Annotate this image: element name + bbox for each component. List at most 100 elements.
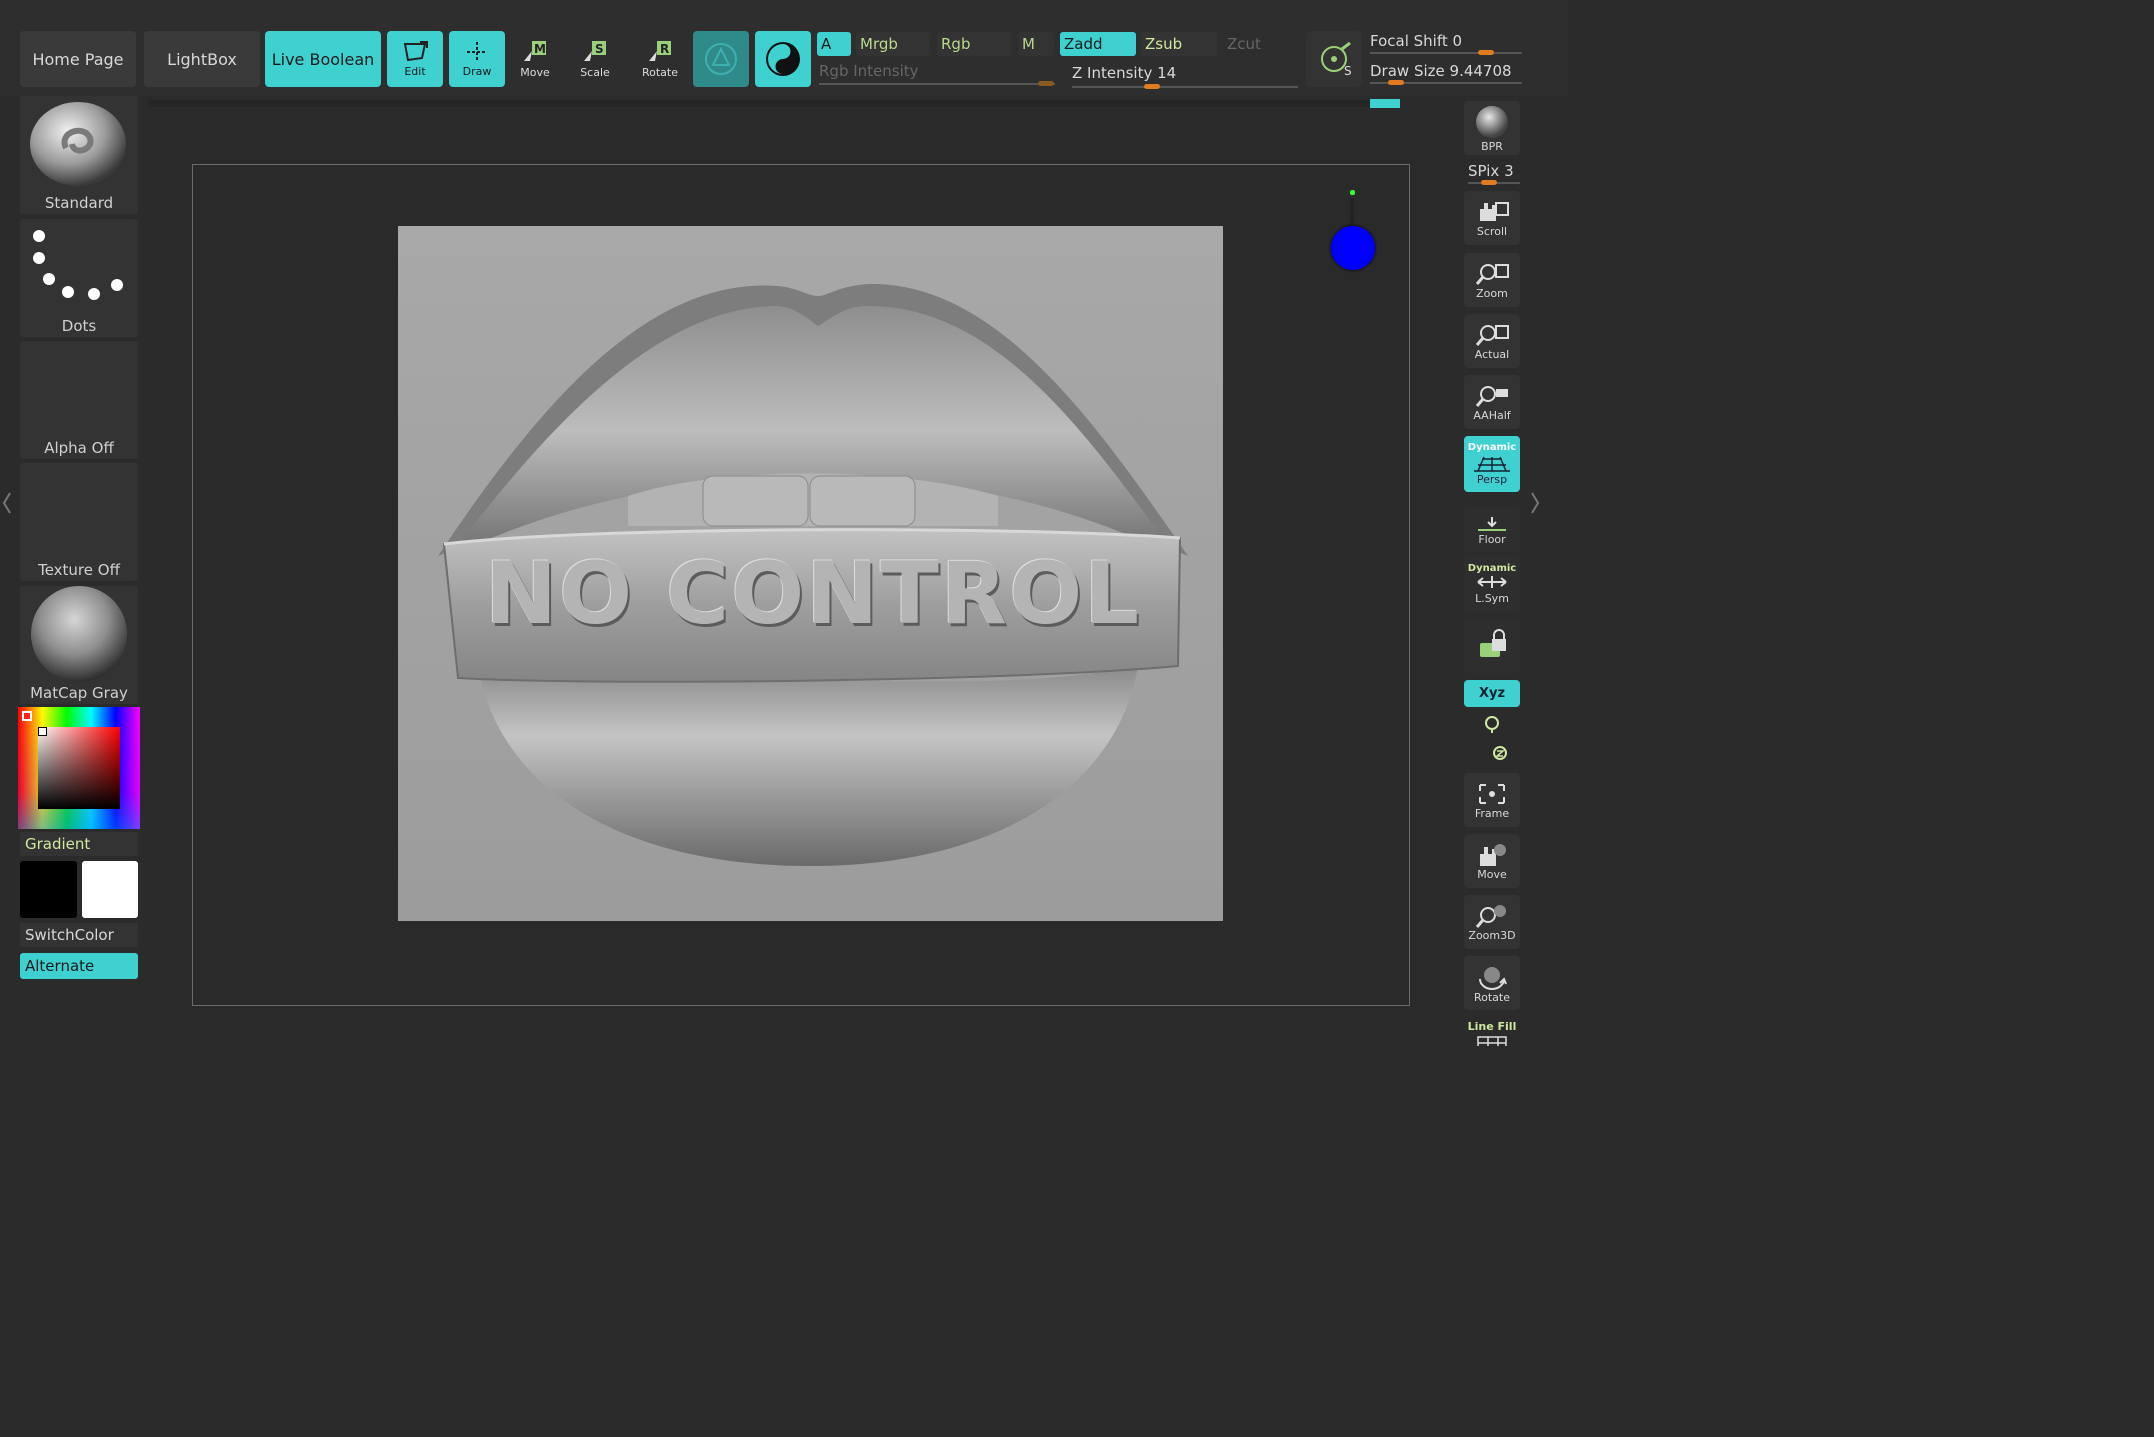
rotate-view-button[interactable]: Rotate [1464, 956, 1520, 1010]
floor-icon [1478, 516, 1506, 531]
material-selector[interactable]: MatCap Gray [20, 586, 138, 704]
yin-yang-icon [766, 42, 800, 76]
z-rotate-icon[interactable] [1490, 744, 1510, 764]
stroke-selector[interactable]: Dots [20, 219, 138, 337]
standard-brush-icon [30, 102, 126, 186]
rotate-icon: R [649, 41, 671, 61]
lsym-button[interactable]: Dynamic L.Sym [1464, 556, 1520, 612]
dynamesh-toggle[interactable] [755, 31, 811, 87]
lightbox-button[interactable]: LightBox [144, 31, 260, 87]
rgb-intensity-knob[interactable] [1038, 81, 1054, 86]
focal-shift-knob[interactable] [1478, 50, 1494, 55]
line-fill-button[interactable]: Line Fill [1464, 1015, 1520, 1046]
zadd-toggle[interactable]: Zadd [1060, 32, 1136, 56]
sculpt-text: NO CONTROL [484, 544, 1141, 644]
home-page-button[interactable]: Home Page [20, 31, 136, 87]
edit-icon [403, 41, 428, 62]
aahalf-button[interactable]: AAHalf [1464, 375, 1520, 429]
live-boolean-button[interactable]: Live Boolean [265, 31, 381, 87]
left-tray-arrow-icon[interactable] [2, 488, 12, 518]
magnifier-zoom3d-icon [1475, 904, 1506, 928]
zsub-toggle[interactable]: Zsub [1141, 32, 1217, 56]
z-intensity-label: Z Intensity 14 [1072, 64, 1177, 82]
perspective-grid-icon [1474, 456, 1510, 472]
svg-text:M: M [534, 42, 546, 56]
sculpt-model[interactable]: NO CONTROL [398, 226, 1223, 921]
svg-text:S: S [1344, 64, 1352, 78]
frame-button[interactable]: Frame [1464, 773, 1520, 827]
zoom-button[interactable]: Zoom [1464, 253, 1520, 307]
gizmo-axis-green[interactable] [1350, 190, 1355, 195]
focal-shift-label: Focal Shift 0 [1370, 32, 1463, 50]
draw-icon [467, 42, 487, 62]
draw-button[interactable]: Draw [449, 31, 505, 87]
zcut-toggle[interactable]: Zcut [1223, 32, 1299, 56]
saturation-marker[interactable] [38, 727, 47, 736]
z-intensity-knob[interactable] [1144, 84, 1160, 89]
bpr-sphere-icon [1476, 105, 1508, 138]
bpr-button[interactable]: BPR [1464, 101, 1520, 155]
brush-selector[interactable]: Standard [20, 96, 138, 214]
actual-button[interactable]: Actual [1464, 314, 1520, 368]
xyz-rotate-toggle[interactable]: Xyz [1464, 680, 1520, 707]
alpha-selector[interactable]: Alpha Off [20, 341, 138, 459]
mrgb-toggle[interactable]: Mrgb [856, 32, 930, 56]
main-color-swatch[interactable] [20, 861, 77, 918]
scroll-button[interactable]: Scroll [1464, 191, 1520, 245]
color-picker[interactable] [18, 707, 140, 829]
move-button[interactable]: M Move [507, 31, 563, 87]
m-toggle[interactable]: M [1018, 32, 1054, 56]
magnifier-actual-icon [1475, 324, 1509, 346]
move-icon: M [524, 41, 546, 61]
spix-knob[interactable] [1481, 180, 1497, 185]
matcap-gray-sphere-icon [31, 586, 127, 682]
dots-stroke-icon [33, 230, 123, 300]
scale-icon: S [584, 41, 606, 61]
draw-size-label: Draw Size 9.44708 [1370, 62, 1512, 80]
hand-scroll-icon [1480, 201, 1509, 221]
frame-icon [1479, 783, 1505, 804]
focal-shift-slider[interactable] [1370, 52, 1522, 54]
lazy-mouse-icon: S [1321, 41, 1352, 78]
magnifier-aahalf-icon [1475, 385, 1508, 407]
local-symmetry-icon [1477, 576, 1507, 588]
line-fill-grid-icon [1477, 1036, 1507, 1046]
magnifier-zoom-icon [1475, 263, 1509, 285]
rotate-view-icon [1479, 966, 1507, 990]
sculptris-icon [705, 43, 737, 75]
floor-button[interactable]: Floor [1464, 508, 1520, 552]
z-intensity-slider[interactable] [1072, 86, 1298, 88]
transp-lock-button[interactable] [1464, 619, 1520, 673]
move-view-button[interactable]: Move [1464, 834, 1520, 888]
progress-strip [148, 100, 1400, 107]
color-picker-square[interactable] [38, 727, 120, 809]
gradient-toggle[interactable]: Gradient [20, 832, 138, 856]
edit-button[interactable]: Edit [387, 31, 443, 87]
rotate-button[interactable]: R Rotate [632, 31, 688, 87]
svg-text:S: S [595, 42, 604, 56]
y-rotate-icon[interactable] [1482, 714, 1502, 734]
texture-selector[interactable]: Texture Off [20, 463, 138, 581]
progress-indicator [1370, 99, 1400, 108]
rgb-intensity-label: Rgb Intensity [819, 62, 919, 80]
persp-button[interactable]: Dynamic Persp [1464, 436, 1520, 492]
hand-move-icon [1480, 843, 1506, 866]
alternate-button[interactable]: Alternate [20, 953, 138, 979]
sculptris-pro-button[interactable] [693, 31, 749, 87]
gizmo-axis-line [1350, 198, 1354, 226]
a-toggle[interactable]: A [817, 32, 851, 56]
lazy-mouse-button[interactable]: S [1306, 31, 1362, 87]
right-tray-arrow-icon[interactable] [1530, 488, 1540, 518]
draw-size-knob[interactable] [1388, 80, 1404, 85]
spix-label: SPix 3 [1468, 162, 1514, 180]
camera-lock-icon [1480, 629, 1506, 657]
hue-marker[interactable] [22, 711, 32, 721]
secondary-color-swatch[interactable] [82, 861, 138, 918]
zoom3d-button[interactable]: Zoom3D [1464, 895, 1520, 949]
scale-button[interactable]: S Scale [567, 31, 623, 87]
gizmo-blue-sphere[interactable] [1331, 226, 1375, 270]
rgb-toggle[interactable]: Rgb [937, 32, 1011, 56]
svg-text:R: R [660, 42, 669, 56]
rgb-intensity-slider[interactable] [819, 83, 1055, 85]
switch-color-button[interactable]: SwitchColor [20, 923, 138, 947]
